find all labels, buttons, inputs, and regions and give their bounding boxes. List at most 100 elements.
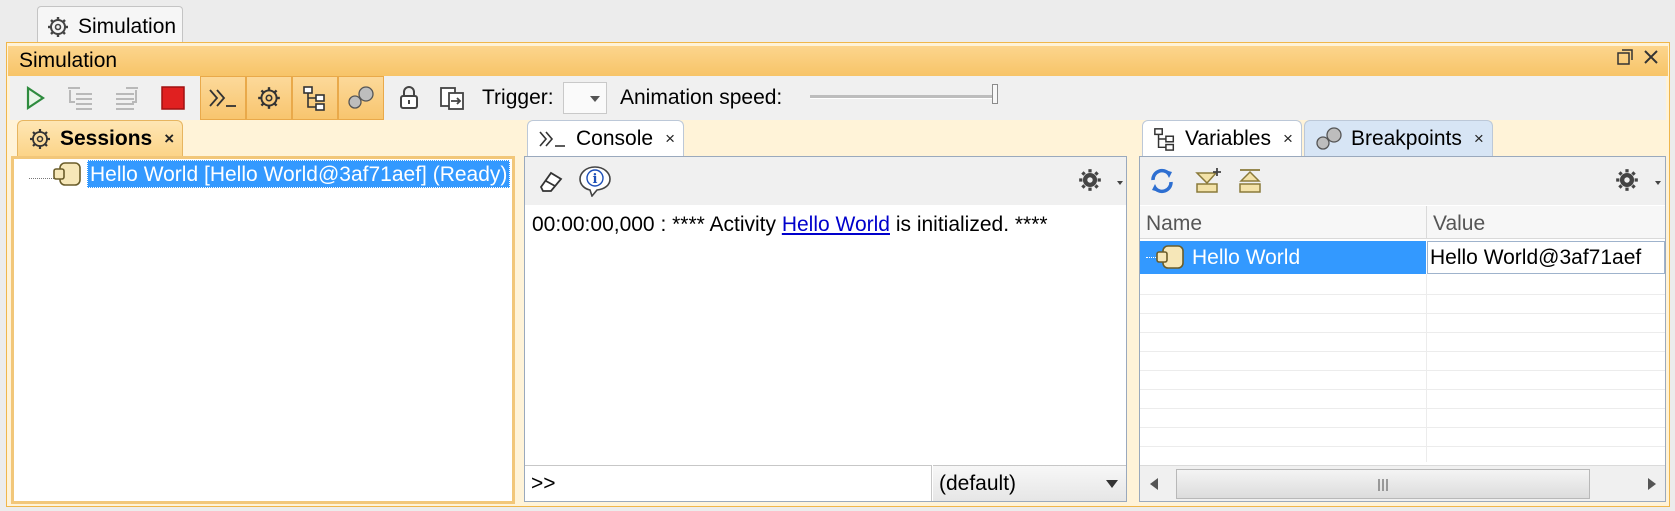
column-header-value[interactable]: Value: [1433, 212, 1485, 236]
expand-all-icon[interactable]: [1194, 167, 1222, 195]
variables-tabstrip: Variables × Breakpoints ×: [1142, 120, 1493, 156]
step-into-button[interactable]: [58, 76, 104, 120]
variables-toolbar: [1140, 157, 1665, 205]
row-value-cell[interactable]: Hello World@3af71aef: [1427, 241, 1665, 274]
title-controls: [1616, 48, 1660, 66]
stop-icon: [161, 86, 185, 110]
log-prefix: 00:00:00,000 : **** Activity: [532, 213, 782, 236]
tab-variables-label: Variables: [1185, 126, 1271, 150]
horizontal-scrollbar[interactable]: [1140, 465, 1665, 501]
chevron-down-icon[interactable]: [1655, 181, 1661, 185]
grid-line: [1140, 294, 1665, 295]
step-into-icon: [66, 84, 96, 112]
gear-icon: [256, 85, 282, 111]
column-divider[interactable]: [1426, 206, 1427, 239]
toolbar: Trigger: Animation speed:: [10, 76, 1666, 120]
sessions-tabstrip: Sessions ×: [17, 120, 184, 156]
command-prompt: >>: [531, 472, 556, 495]
show-variables-toggle[interactable]: [292, 76, 338, 120]
console-command-input[interactable]: >>: [525, 465, 932, 501]
console-toolbar: i: [525, 157, 1126, 205]
grid-line: [1140, 370, 1665, 371]
row-name-cell[interactable]: Hello World: [1140, 241, 1426, 274]
grid-line: [1140, 351, 1665, 352]
refresh-icon[interactable]: [1147, 166, 1177, 196]
export-button[interactable]: [430, 76, 476, 120]
tab-breakpoints[interactable]: Breakpoints ×: [1303, 120, 1493, 156]
lock-button[interactable]: [386, 76, 432, 120]
grid-line: [1140, 427, 1665, 428]
terminate-button[interactable]: [150, 76, 196, 120]
variables-pane: Name Value Hello World Hello World@3af71…: [1139, 156, 1666, 502]
console-log-line: 00:00:00,000 : **** Activity Hello World…: [532, 213, 1048, 237]
variable-name: Hello World: [1192, 246, 1301, 269]
grid-line: [1140, 313, 1665, 314]
close-variables-tab-button[interactable]: ×: [1283, 129, 1293, 149]
play-icon: [24, 85, 46, 111]
grid-line: [1140, 408, 1665, 409]
tab-simulation[interactable]: Simulation: [37, 6, 183, 46]
sessions-pane: Hello World [Hello World@3af71aef] (Read…: [11, 156, 515, 504]
log-suffix: is initialized. ****: [889, 213, 1048, 236]
tree-icon: [302, 85, 328, 111]
trigger-label: Trigger:: [482, 86, 554, 109]
svg-text:i: i: [593, 172, 598, 187]
lock-icon: [399, 85, 419, 111]
table-row[interactable]: Hello World Hello World@3af71aef: [1140, 241, 1665, 274]
context-select-value: (default): [939, 472, 1017, 495]
context-select[interactable]: (default): [933, 465, 1126, 501]
breakpoints-icon: [347, 85, 375, 111]
grid-line: [1140, 446, 1665, 447]
chevron-down-icon: [1106, 480, 1118, 488]
scroll-right-icon[interactable]: [1648, 478, 1656, 490]
session-label: Hello World [Hello World@3af71aef] (Read…: [90, 163, 508, 186]
run-button[interactable]: [12, 76, 58, 120]
scrollbar-thumb[interactable]: [1176, 469, 1590, 499]
clear-console-button[interactable]: [537, 169, 563, 193]
tab-sessions[interactable]: Sessions ×: [17, 120, 184, 156]
panel-title: Simulation: [8, 46, 1668, 76]
hello-world-link[interactable]: Hello World: [782, 213, 890, 236]
console-tabstrip: Console ×: [527, 120, 684, 156]
chevron-down-icon[interactable]: [1117, 181, 1123, 185]
export-icon: [439, 85, 467, 111]
animation-speed-label: Animation speed:: [620, 86, 783, 109]
activity-icon: [1155, 244, 1187, 270]
gear-icon: [46, 15, 70, 39]
variables-options-gear-icon[interactable]: [1614, 167, 1640, 193]
tab-simulation-label: Simulation: [78, 14, 177, 38]
console-options-gear-icon[interactable]: [1077, 167, 1103, 193]
show-breakpoints-toggle[interactable]: [338, 76, 384, 120]
variables-table: Name Value Hello World Hello World@3af71…: [1140, 206, 1665, 462]
console-icon: [538, 128, 568, 150]
close-breakpoints-tab-button[interactable]: ×: [1474, 129, 1484, 149]
tab-console[interactable]: Console ×: [527, 120, 684, 156]
close-console-tab-button[interactable]: ×: [665, 129, 675, 149]
collapse-all-icon[interactable]: [1237, 167, 1265, 195]
restore-icon[interactable]: [1616, 48, 1634, 66]
tab-variables[interactable]: Variables ×: [1142, 120, 1302, 156]
animation-speed-slider-thumb[interactable]: [992, 84, 998, 104]
grid-line: [1140, 332, 1665, 333]
close-sessions-tab-button[interactable]: ×: [164, 129, 174, 149]
column-grid-line: [1426, 274, 1427, 462]
step-over-button[interactable]: [104, 76, 150, 120]
grip-icon: [1377, 479, 1389, 491]
trigger-select[interactable]: [563, 82, 607, 114]
grid-line: [1140, 389, 1665, 390]
close-icon[interactable]: [1642, 48, 1660, 66]
column-header-name[interactable]: Name: [1146, 212, 1202, 236]
console-icon: [208, 86, 238, 110]
table-header: Name Value: [1140, 206, 1665, 239]
show-console-toggle[interactable]: [200, 76, 246, 120]
activity-icon: [52, 161, 84, 187]
console-pane: i 00:00:00,000 : **** Activity Hello Wor…: [524, 156, 1127, 502]
info-icon[interactable]: i: [578, 165, 612, 197]
breakpoints-icon: [1315, 126, 1343, 152]
step-over-icon: [112, 84, 142, 112]
show-sessions-toggle[interactable]: [246, 76, 292, 120]
scroll-left-icon[interactable]: [1150, 478, 1158, 490]
session-item[interactable]: Hello World [Hello World@3af71aef] (Read…: [87, 160, 511, 188]
chevron-down-icon: [589, 95, 601, 103]
animation-speed-slider[interactable]: [810, 95, 996, 99]
